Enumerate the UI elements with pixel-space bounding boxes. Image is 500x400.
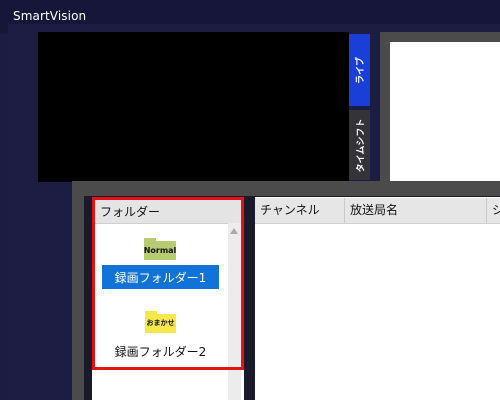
tab-live[interactable]: ライブ [349, 34, 370, 106]
recording-list [255, 197, 500, 400]
tab-live-label: ライブ [356, 56, 367, 84]
recording-list-header: チャンネル 放送局名 シ [255, 198, 500, 224]
column-header-truncated[interactable]: シ [487, 198, 500, 223]
tab-timeshift-label: タイムシフト [356, 118, 367, 172]
highlight-box [92, 197, 244, 370]
preview-panel [390, 42, 500, 187]
tab-timeshift[interactable]: タイムシフト [349, 110, 370, 180]
column-header-channel[interactable]: チャンネル [255, 198, 345, 223]
video-viewer[interactable] [38, 32, 349, 182]
app-title: SmartVision [13, 9, 87, 23]
column-header-station[interactable]: 放送局名 [345, 198, 487, 223]
